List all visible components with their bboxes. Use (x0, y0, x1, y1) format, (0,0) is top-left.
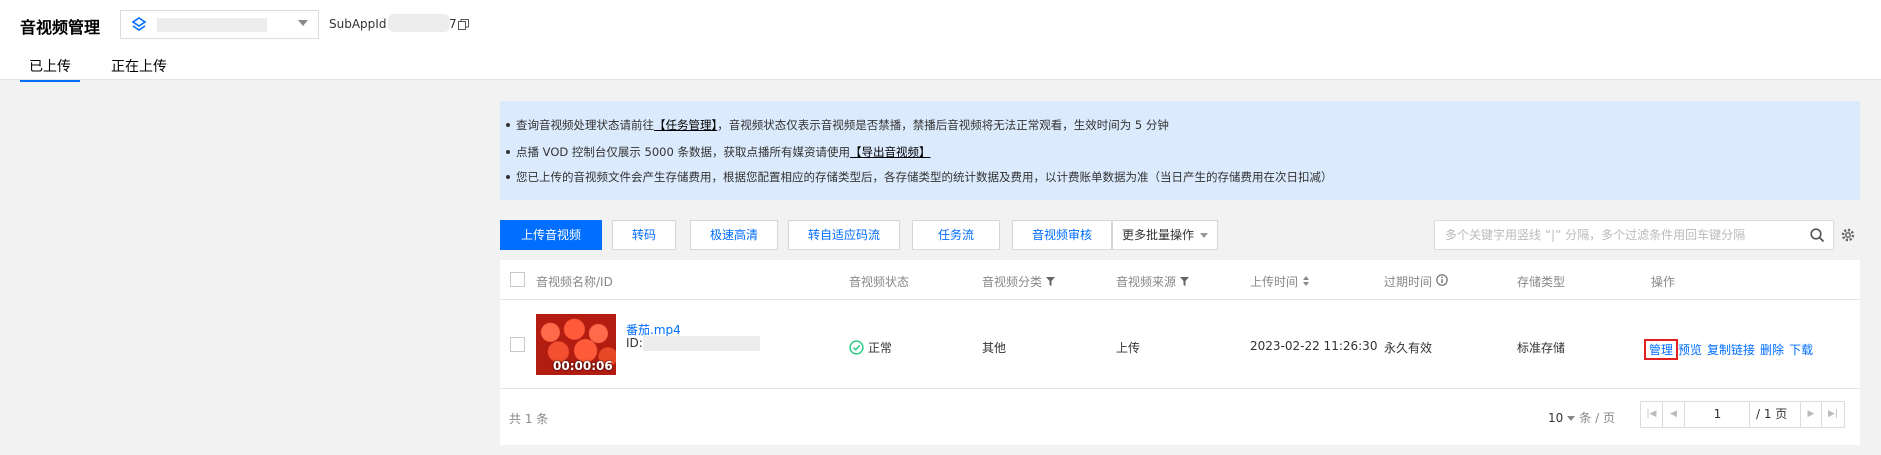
notice-text: ，音视频状态仅表示音视频是否禁播，禁播后音视频将无法正常观看，生效时间为 5 分… (717, 118, 1169, 132)
col-category-label: 音视频分类 (982, 275, 1043, 289)
preview-link[interactable]: 预览 (1678, 343, 1702, 357)
table-row: 00:00:06 番茄.mp4 ID: 正常 其他 上传 2023-02-22 … (500, 300, 1860, 389)
page-size-value: 10 (1548, 411, 1564, 425)
col-storage: 存储类型 (1517, 275, 1566, 289)
upload-time-cell: 2023-02-22 11:26:30 (1250, 339, 1378, 353)
copy-link-link[interactable]: 复制链接 (1707, 343, 1755, 357)
subapp-label: SubAppId (329, 17, 387, 31)
table-header: 音视频名称/ID 音视频状态 音视频分类 音视频来源 上传时间 过期时间 存储类… (500, 260, 1860, 300)
delete-link[interactable]: 删除 (1760, 343, 1784, 357)
filter-icon[interactable] (1179, 277, 1189, 286)
video-thumbnail[interactable]: 00:00:06 (536, 314, 616, 375)
more-batch-button[interactable]: 更多批量操作 (1112, 220, 1218, 250)
app-select-value-masked (157, 18, 267, 32)
transcode-button[interactable]: 转码 (612, 220, 676, 250)
page-number-input[interactable]: 1 (1686, 402, 1750, 427)
col-ops: 操作 (1651, 275, 1676, 289)
chevron-down-icon (1567, 416, 1576, 421)
copy-icon[interactable] (458, 19, 469, 30)
source-cell: 上传 (1116, 341, 1141, 355)
chevron-down-icon (298, 20, 308, 26)
page-size-select[interactable]: 10 条 / 页 (1548, 409, 1615, 426)
row-checkbox[interactable] (510, 337, 525, 352)
upload-button[interactable]: 上传音视频 (500, 220, 602, 250)
total-count: 共 1 条 (509, 412, 549, 426)
col-upload-time[interactable]: 上传时间 (1250, 273, 1310, 290)
gear-icon[interactable] (1840, 227, 1856, 243)
app-select[interactable] (120, 10, 319, 39)
col-name: 音视频名称/ID (536, 275, 613, 289)
page-size-unit: 条 / 页 (1579, 411, 1615, 425)
first-page-icon[interactable]: |◀ (1641, 402, 1663, 427)
table-footer: 共 1 条 10 条 / 页 |◀ ◀ 1 / 1 页 ▶ ▶| (500, 389, 1860, 445)
col-upload-time-label: 上传时间 (1250, 275, 1299, 289)
col-expire: 过期时间 (1384, 273, 1448, 290)
chevron-down-icon (1200, 233, 1208, 238)
export-media-link[interactable]: 【导出音视频】 (850, 145, 931, 159)
review-button[interactable]: 音视频审核 (1012, 220, 1112, 250)
storage-cell: 标准存储 (1517, 341, 1566, 355)
task-manage-link[interactable]: 【任务管理】 (654, 118, 717, 132)
search-icon[interactable] (1810, 228, 1825, 243)
subapp-id-masked (388, 14, 450, 32)
notice-line: 您已上传的音视频文件会产生存储费用，根据您配置相应的存储类型后，各存储类型的统计… (506, 169, 1333, 185)
toolbar: 上传音视频 转码 极速高清 转自适应码流 任务流 音视频审核 更多批量操作 (500, 220, 1860, 250)
tab-uploaded[interactable]: 已上传 (20, 56, 80, 82)
last-page-icon[interactable]: ▶| (1822, 402, 1844, 427)
tab-uploading[interactable]: 正在上传 (111, 56, 167, 80)
taskflow-button[interactable]: 任务流 (912, 220, 1000, 250)
col-source[interactable]: 音视频来源 (1116, 273, 1189, 290)
col-category[interactable]: 音视频分类 (982, 273, 1055, 290)
col-expire-label: 过期时间 (1384, 275, 1433, 289)
media-table: 音视频名称/ID 音视频状态 音视频分类 音视频来源 上传时间 过期时间 存储类… (500, 260, 1860, 445)
notice-text: 查询音视频处理状态请前往 (516, 118, 654, 132)
notice-text: 点播 VOD 控制台仅展示 5000 条数据，获取点播所有媒资请使用 (516, 145, 850, 159)
fast-hd-button[interactable]: 极速高清 (690, 220, 778, 250)
row-actions: 管理 预览 复制链接 删除 下载 (1644, 339, 1818, 360)
expire-cell: 永久有效 (1384, 341, 1433, 355)
info-icon[interactable] (1436, 274, 1448, 286)
notice-line: 点播 VOD 控制台仅展示 5000 条数据，获取点播所有媒资请使用【导出音视频… (505, 144, 931, 160)
total-pages: / 1 页 (1756, 407, 1788, 421)
layers-icon (131, 17, 147, 31)
pagination: |◀ ◀ 1 / 1 页 ▶ ▶| (1640, 401, 1845, 428)
video-id-masked (643, 336, 760, 351)
filter-icon[interactable] (1045, 277, 1055, 286)
download-link[interactable]: 下载 (1789, 343, 1813, 357)
notice-line: 查询音视频处理状态请前往【任务管理】，音视频状态仅表示音视频是否禁播，禁播后音视… (506, 117, 1169, 133)
video-duration: 00:00:06 (553, 359, 613, 373)
subapp-id-tail: 7 (449, 17, 457, 31)
sort-icon[interactable] (1302, 276, 1310, 286)
prev-page-icon[interactable]: ◀ (1663, 402, 1685, 427)
search-box[interactable] (1434, 220, 1834, 250)
status-text: 正常 (868, 341, 893, 355)
adaptive-stream-button[interactable]: 转自适应码流 (788, 220, 900, 250)
more-batch-label: 更多批量操作 (1121, 228, 1194, 242)
next-page-icon[interactable]: ▶ (1800, 402, 1822, 427)
video-id-label: ID: (626, 336, 643, 350)
select-all-checkbox[interactable] (510, 272, 525, 287)
category-cell: 其他 (982, 341, 1007, 355)
manage-link[interactable]: 管理 (1644, 339, 1679, 360)
check-circle-icon (849, 340, 864, 355)
notice-panel: 查询音视频处理状态请前往【任务管理】，音视频状态仅表示音视频是否禁播，禁播后音视… (500, 101, 1860, 200)
col-status: 音视频状态 (849, 275, 910, 289)
col-source-label: 音视频来源 (1116, 275, 1177, 289)
page-header: 音视频管理 SubAppId 7 已上传 正在上传 (0, 0, 1881, 82)
notice-text: 您已上传的音视频文件会产生存储费用，根据您配置相应的存储类型后，各存储类型的统计… (516, 170, 1333, 184)
search-input[interactable] (1445, 227, 1785, 243)
page-title: 音视频管理 (20, 18, 101, 37)
